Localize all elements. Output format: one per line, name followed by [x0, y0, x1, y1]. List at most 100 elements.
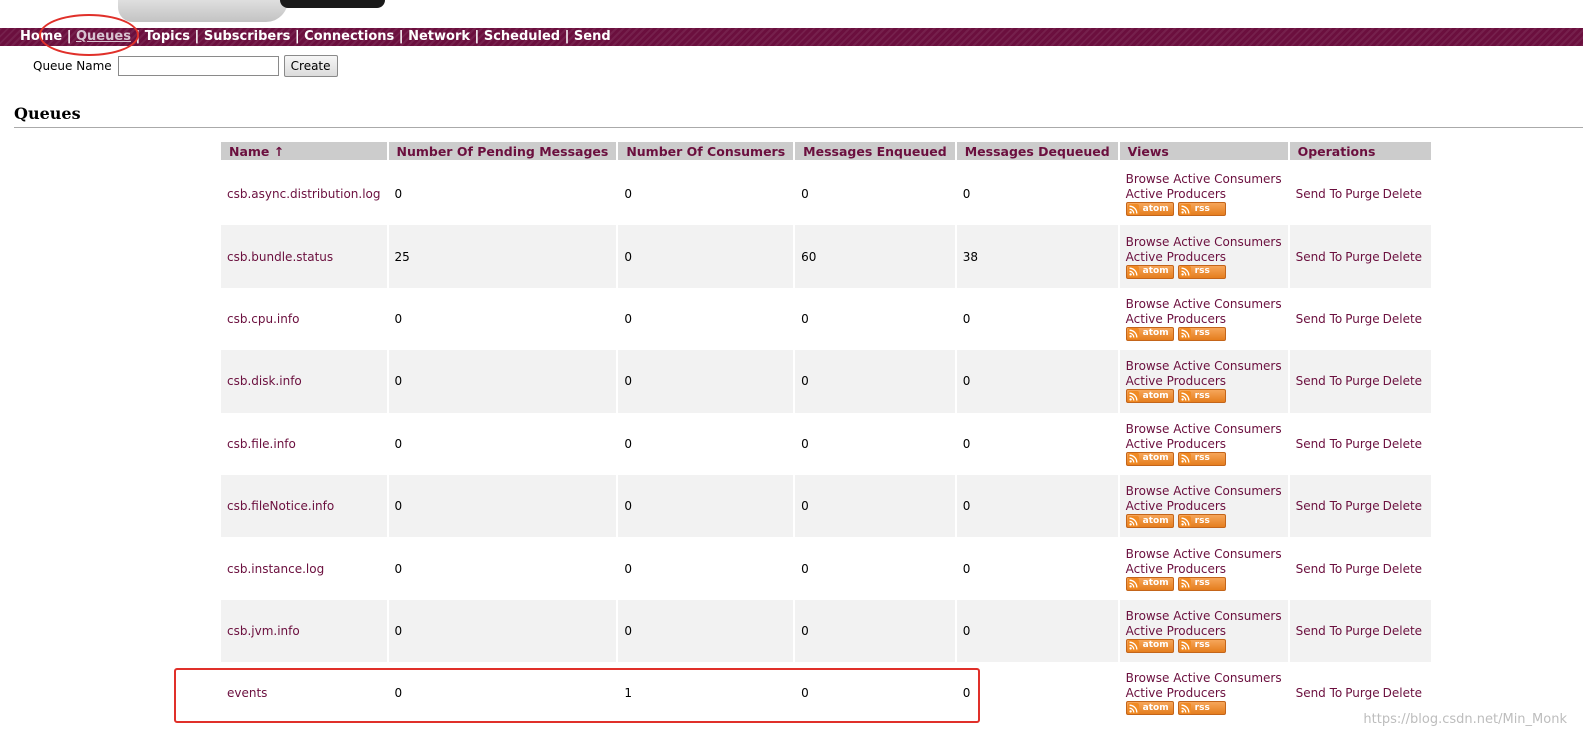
browse-link[interactable]: Browse [1126, 422, 1170, 436]
purge-link[interactable]: Purge [1345, 686, 1379, 700]
browse-link[interactable]: Browse [1126, 235, 1170, 249]
queue-name-link[interactable]: csb.fileNotice.info [227, 499, 334, 513]
active-consumers-link[interactable]: Active Consumers [1173, 609, 1281, 623]
active-producers-link[interactable]: Active Producers [1126, 312, 1226, 326]
atom-feed-button[interactable]: atom [1125, 451, 1174, 466]
delete-link[interactable]: Delete [1383, 624, 1422, 638]
delete-link[interactable]: Delete [1383, 686, 1422, 700]
nav-home[interactable]: Home [20, 29, 62, 44]
queue-name-link[interactable]: csb.file.info [227, 437, 296, 451]
active-producers-link[interactable]: Active Producers [1126, 562, 1226, 576]
purge-link[interactable]: Purge [1345, 187, 1379, 201]
atom-feed-button[interactable]: atom [1125, 514, 1174, 529]
atom-feed-button[interactable]: atom [1125, 326, 1174, 341]
atom-feed-button[interactable]: atom [1125, 264, 1174, 279]
browse-link[interactable]: Browse [1126, 671, 1170, 685]
atom-feed-button[interactable]: atom [1125, 576, 1174, 591]
nav-topics[interactable]: Topics [145, 29, 190, 44]
nav-separator: | [62, 29, 76, 44]
queue-name-link[interactable]: csb.bundle.status [227, 250, 333, 264]
atom-feed-button[interactable]: atom [1125, 638, 1174, 653]
nav-scheduled[interactable]: Scheduled [484, 29, 560, 44]
active-producers-link[interactable]: Active Producers [1126, 499, 1226, 513]
purge-link[interactable]: Purge [1345, 374, 1379, 388]
active-consumers-link[interactable]: Active Consumers [1173, 235, 1281, 249]
activemq-admin-page: Home | Queues | Topics | Subscribers | C… [0, 0, 1583, 746]
send-to-link[interactable]: Send To [1296, 562, 1343, 576]
send-to-link[interactable]: Send To [1296, 250, 1343, 264]
rss-feed-button[interactable]: rss [1177, 638, 1226, 653]
browse-link[interactable]: Browse [1126, 609, 1170, 623]
delete-link[interactable]: Delete [1383, 499, 1422, 513]
active-consumers-link[interactable]: Active Consumers [1173, 172, 1281, 186]
browse-link[interactable]: Browse [1126, 297, 1170, 311]
rss-feed-button[interactable]: rss [1177, 326, 1226, 341]
column-header-name[interactable]: Name ↑ [221, 142, 387, 163]
rss-feed-label: rss [1194, 578, 1210, 589]
atom-feed-button[interactable]: atom [1125, 389, 1174, 404]
browse-link[interactable]: Browse [1126, 172, 1170, 186]
operations-cell: Send To Purge Delete [1289, 412, 1432, 475]
queue-name-input[interactable] [117, 56, 279, 76]
create-button[interactable]: Create [283, 55, 338, 77]
nav-network[interactable]: Network [408, 29, 470, 44]
browse-link[interactable]: Browse [1126, 484, 1170, 498]
delete-link[interactable]: Delete [1383, 187, 1422, 201]
active-producers-link[interactable]: Active Producers [1126, 686, 1226, 700]
send-to-link[interactable]: Send To [1296, 437, 1343, 451]
purge-link[interactable]: Purge [1345, 312, 1379, 326]
nav-queues[interactable]: Queues [76, 29, 131, 44]
active-producers-link[interactable]: Active Producers [1126, 624, 1226, 638]
queue-name-link[interactable]: csb.jvm.info [227, 624, 300, 638]
queue-name-link[interactable]: events [227, 686, 267, 700]
rss-feed-button[interactable]: rss [1177, 389, 1226, 404]
active-consumers-link[interactable]: Active Consumers [1173, 671, 1281, 685]
views-line-2: Active Producers [1126, 312, 1282, 327]
rss-feed-button[interactable]: rss [1177, 576, 1226, 591]
active-producers-link[interactable]: Active Producers [1126, 250, 1226, 264]
active-consumers-link[interactable]: Active Consumers [1173, 297, 1281, 311]
rss-feed-button[interactable]: rss [1177, 202, 1226, 217]
nav-connections[interactable]: Connections [304, 29, 394, 44]
rss-feed-button[interactable]: rss [1177, 451, 1226, 466]
atom-feed-button[interactable]: atom [1125, 202, 1174, 217]
atom-feed-button[interactable]: atom [1125, 701, 1174, 716]
queue-pending-cell: 0 [388, 163, 617, 226]
purge-link[interactable]: Purge [1345, 562, 1379, 576]
queue-name-link[interactable]: csb.cpu.info [227, 312, 299, 326]
send-to-link[interactable]: Send To [1296, 187, 1343, 201]
send-to-link[interactable]: Send To [1296, 624, 1343, 638]
active-producers-link[interactable]: Active Producers [1126, 187, 1226, 201]
send-to-link[interactable]: Send To [1296, 686, 1343, 700]
active-producers-link[interactable]: Active Producers [1126, 437, 1226, 451]
nav-send[interactable]: Send [574, 29, 611, 44]
purge-link[interactable]: Purge [1345, 624, 1379, 638]
delete-link[interactable]: Delete [1383, 374, 1422, 388]
browse-link[interactable]: Browse [1126, 547, 1170, 561]
nav-subscribers[interactable]: Subscribers [204, 29, 291, 44]
send-to-link[interactable]: Send To [1296, 499, 1343, 513]
queue-name-link[interactable]: csb.async.distribution.log [227, 187, 381, 201]
delete-link[interactable]: Delete [1383, 250, 1422, 264]
views-line-1: Browse Active Consumers [1126, 235, 1282, 250]
delete-link[interactable]: Delete [1383, 562, 1422, 576]
rss-feed-button[interactable]: rss [1177, 264, 1226, 279]
purge-link[interactable]: Purge [1345, 437, 1379, 451]
active-consumers-link[interactable]: Active Consumers [1173, 422, 1281, 436]
rss-feed-button[interactable]: rss [1177, 701, 1226, 716]
delete-link[interactable]: Delete [1383, 437, 1422, 451]
active-producers-link[interactable]: Active Producers [1126, 374, 1226, 388]
rss-feed-button[interactable]: rss [1177, 514, 1226, 529]
delete-link[interactable]: Delete [1383, 312, 1422, 326]
browse-link[interactable]: Browse [1126, 359, 1170, 373]
active-consumers-link[interactable]: Active Consumers [1173, 359, 1281, 373]
send-to-link[interactable]: Send To [1296, 312, 1343, 326]
queue-name-link[interactable]: csb.disk.info [227, 374, 302, 388]
purge-link[interactable]: Purge [1345, 499, 1379, 513]
active-consumers-link[interactable]: Active Consumers [1173, 547, 1281, 561]
queue-consumers-cell: 0 [618, 474, 794, 538]
purge-link[interactable]: Purge [1345, 250, 1379, 264]
queue-name-link[interactable]: csb.instance.log [227, 562, 324, 576]
send-to-link[interactable]: Send To [1296, 374, 1343, 388]
active-consumers-link[interactable]: Active Consumers [1173, 484, 1281, 498]
